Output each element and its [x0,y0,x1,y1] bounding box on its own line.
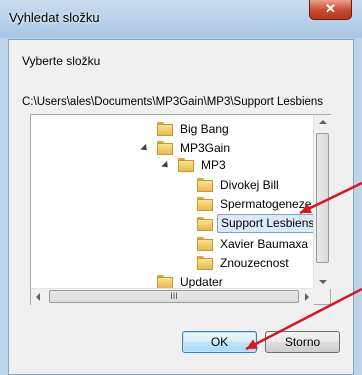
folder-tree[interactable]: Big Bang MP3Gain MP3 Divokej Bill Sperma… [30,114,331,305]
folder-icon [178,158,194,172]
folder-icon [197,217,213,231]
scroll-down-icon[interactable] [319,280,327,284]
title-bar[interactable]: Vyhledat složku ✕ [0,0,362,38]
ok-button[interactable]: OK [182,331,257,353]
selected-path: C:\Users\ales\Documents\MP3Gain\MP3\Supp… [22,96,324,108]
tree-item-label: Big Bang [180,122,229,136]
folder-icon [197,237,213,251]
folder-icon [197,178,213,192]
expanded-icon[interactable] [161,160,171,171]
folder-icon [197,197,213,211]
vertical-scroll-thumb[interactable] [316,133,329,263]
tree-item-label: MP3Gain [180,141,231,155]
close-icon: ✕ [325,1,336,16]
scroll-right-icon[interactable] [305,293,309,301]
tree-item-label: MP3 [201,158,226,172]
scroll-grip-icon: III [170,291,178,301]
horizontal-scrollbar[interactable]: III [31,288,314,305]
folder-icon [197,256,213,270]
prompt-label: Vyberte složku [22,54,101,68]
folder-icon [157,275,173,289]
tree-item-label: Spermatogeneze [220,197,312,211]
folder-icon [157,141,173,155]
tree-item-label: Xavier Baumaxa [220,237,309,251]
folder-icon [157,122,173,136]
scrollbar-corner [313,288,330,304]
tree-item-label: Support Lesbiens [217,214,319,233]
horizontal-scroll-thumb[interactable]: III [49,290,299,303]
expanded-icon[interactable] [140,143,150,154]
scroll-up-icon[interactable] [319,120,327,124]
tree-item-label: Divokej Bill [220,178,279,192]
tree-item-label: Znouzecnost [220,256,289,270]
close-button[interactable]: ✕ [309,0,352,20]
cancel-button[interactable]: Storno [265,331,340,353]
scroll-left-icon[interactable] [36,293,40,301]
vertical-scrollbar[interactable] [313,115,331,289]
window-title: Vyhledat složku [9,10,100,25]
